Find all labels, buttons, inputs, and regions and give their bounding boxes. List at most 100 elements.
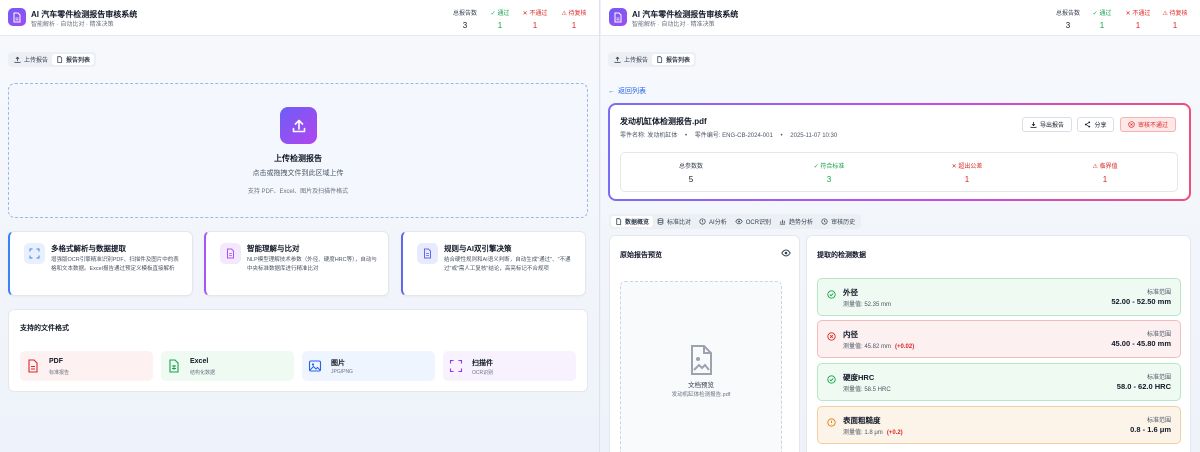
tab-upload[interactable]: 上传报告 <box>610 54 652 65</box>
upload-page: AI 汽车零件检测报告审核系统 智能解析 · 自动比对 · 精准决策 总报告数 … <box>0 0 600 452</box>
feature-description: 增强版OCR引擎精准识别PDF、扫描件及图片中的表格和文本数据。Excel报告通… <box>51 257 179 272</box>
format-name: 扫描件 <box>472 360 493 367</box>
upload-dropzone[interactable]: 上传检测报告 点击或拖拽文件到此区域上传 支持 PDF、Excel、图片及扫描件… <box>8 83 588 218</box>
database-icon <box>657 218 664 225</box>
stat-value: 1 <box>1172 21 1178 30</box>
tab-label: 审核历史 <box>831 220 856 226</box>
range-label: 标准范围 <box>1146 332 1171 338</box>
stat-label: ✓ 通过 <box>1092 11 1112 17</box>
parameter-row[interactable]: 外径 测量值: 52.35 mm 标准范围 52.00 - 52.50 mm <box>817 278 1181 316</box>
stat-value: 1 <box>964 175 970 184</box>
feature-card-parsing: 多格式解析与数据提取 增强版OCR引擎精准识别PDF、扫描件及图片中的表格和文本… <box>8 231 193 296</box>
tab-report-list[interactable]: 报告列表 <box>652 54 695 65</box>
feature-card-decision: 规则与AI双引擎决策 结合硬性规则和AI语义判断，自动生成"通过"、"不通过"或… <box>401 231 586 296</box>
document-icon <box>57 56 63 63</box>
app-logo-icon <box>8 8 26 26</box>
feature-title: 规则与AI双引擎决策 <box>444 244 512 253</box>
stat-value: 1 <box>1099 21 1105 30</box>
verdict-rejected-badge[interactable]: 审核不通过 <box>1120 117 1176 132</box>
stat-out-of-tolerance: ✕ 超出公差 1 <box>917 161 1017 184</box>
upload-supported-formats: 支持 PDF、Excel、图片及扫描件格式 <box>247 189 349 195</box>
part-number: 零件编号: ENG-CB-2024-001 <box>694 133 773 139</box>
format-desc: JPG/PNG <box>331 369 353 375</box>
tab-label: OCR识别 <box>745 220 772 226</box>
download-icon <box>1030 121 1037 128</box>
parameter-measured: 测量值: 1.8 μm (+0.2) <box>843 427 903 436</box>
parameter-name: 硬度HRC <box>843 373 875 382</box>
tab-trend[interactable]: 趋势分析 <box>775 216 817 227</box>
upload-icon <box>14 56 21 63</box>
parameter-name: 表面粗糙度 <box>843 416 881 425</box>
alert-circle-icon <box>827 418 836 427</box>
tab-data-overview[interactable]: 数据概览 <box>611 216 654 227</box>
preview-file-name: 发动机缸体检测报告.pdf <box>671 392 731 398</box>
stat-total: 总报告数 3 <box>1051 8 1085 30</box>
stat-compliant: ✓ 符合标准 3 <box>779 161 879 184</box>
stat-value: 1 <box>1135 21 1141 30</box>
tab-label: AI分析 <box>709 220 727 226</box>
x-circle-icon <box>1128 121 1135 128</box>
format-image: 图片 JPG/PNG <box>302 351 435 381</box>
check-circle-icon <box>827 375 836 384</box>
stat-value: 3 <box>1065 21 1071 30</box>
tab-ocr[interactable]: OCR识别 <box>731 216 775 227</box>
stat-label: ✓ 符合标准 <box>813 164 845 170</box>
button-label: 审核不通过 <box>1137 123 1168 129</box>
eye-icon[interactable] <box>781 249 791 257</box>
stat-review: ⚠ 待复核 1 <box>557 8 591 30</box>
stat-failed: ✕ 不通过 1 <box>1121 8 1155 30</box>
stat-label: 总参数数 <box>678 164 703 170</box>
stat-value: 5 <box>688 175 694 184</box>
back-label: 返回列表 <box>618 88 646 95</box>
parameter-stats: 总参数数 5 ✓ 符合标准 3 ✕ 超出公差 1 ⚠ 临界值 1 <box>620 152 1178 192</box>
stat-failed: ✕ 不通过 1 <box>518 8 552 30</box>
stat-value: 1 <box>1102 175 1108 184</box>
button-label: 导出报告 <box>1039 123 1064 129</box>
meta-separator: • <box>780 133 783 139</box>
part-name: 零件名称: 发动机缸体 <box>620 133 678 139</box>
document-icon <box>657 56 663 63</box>
tab-ai-analysis[interactable]: AI分析 <box>695 216 731 227</box>
tab-upload[interactable]: 上传报告 <box>10 54 52 65</box>
feature-description: NLP模型理解技术参数（外径、硬度HRC等），自动与中央标准数据库进行精准比对 <box>247 257 377 272</box>
report-summary-card: 发动机缸体检测报告.pdf 零件名称: 发动机缸体 • 零件编号: ENG-CB… <box>608 103 1191 201</box>
main-tabs: 上传报告 报告列表 <box>8 52 97 67</box>
format-desc: 标准报告 <box>49 370 70 376</box>
eye-icon <box>735 218 743 225</box>
share-icon <box>1085 121 1091 128</box>
parameter-row[interactable]: 表面粗糙度 测量值: 1.8 μm (+0.2) 标准范围 0.8 - 1.6 μ… <box>817 406 1181 444</box>
upload-hint: 点击或拖拽文件到此区域上传 <box>252 170 344 177</box>
preview-title: 原始报告预览 <box>620 252 662 259</box>
range-label: 标准范围 <box>1146 290 1171 296</box>
app-logo-icon <box>609 8 627 26</box>
app-subtitle: 智能解析 · 自动比对 · 精准决策 <box>632 22 715 28</box>
stat-value: 1 <box>532 21 538 30</box>
measured-value: 测量值: 1.8 μm <box>843 430 883 436</box>
tab-history[interactable]: 审核历史 <box>817 216 859 227</box>
deviation: (+0.2) <box>886 430 903 436</box>
report-date: 2025-11-07 10:30 <box>790 133 838 139</box>
back-to-list-link[interactable]: ← 返回列表 <box>608 86 646 96</box>
document-preview[interactable]: 文档预览 发动机缸体检测报告.pdf <box>620 281 782 452</box>
export-report-button[interactable]: 导出报告 <box>1022 117 1072 132</box>
share-button[interactable]: 分享 <box>1077 117 1114 132</box>
range-label: 标准范围 <box>1146 418 1171 424</box>
measured-value: 测量值: 45.82 mm <box>843 344 892 350</box>
tab-standard-compare[interactable]: 标准比对 <box>653 216 695 227</box>
app-subtitle: 智能解析 · 自动比对 · 精准决策 <box>31 22 114 28</box>
parameter-measured: 测量值: 52.35 mm <box>843 299 891 308</box>
tab-report-list[interactable]: 报告列表 <box>52 54 95 65</box>
parameter-row[interactable]: 硬度HRC 测量值: 58.5 HRC 标准范围 58.0 - 62.0 HRC <box>817 363 1181 401</box>
report-file-name: 发动机缸体检测报告.pdf <box>620 117 707 126</box>
stat-label: 总报告数 <box>1055 11 1080 17</box>
parameter-row[interactable]: 内径 测量值: 45.82 mm (+0.02) 标准范围 45.00 - 45.… <box>817 320 1181 358</box>
chart-icon <box>779 219 786 225</box>
range-label: 标准范围 <box>1146 375 1171 381</box>
stat-review: ⚠ 待复核 1 <box>1158 8 1192 30</box>
feature-description: 结合硬性规则和AI语义判断，自动生成"通过"、"不通过"或"需人工复核"结论，高… <box>444 257 571 272</box>
scan-icon <box>24 243 45 264</box>
preview-label: 文档预览 <box>688 382 714 389</box>
stat-label: 总报告数 <box>452 11 477 17</box>
overview-icon <box>616 218 622 225</box>
upload-icon <box>280 107 317 144</box>
